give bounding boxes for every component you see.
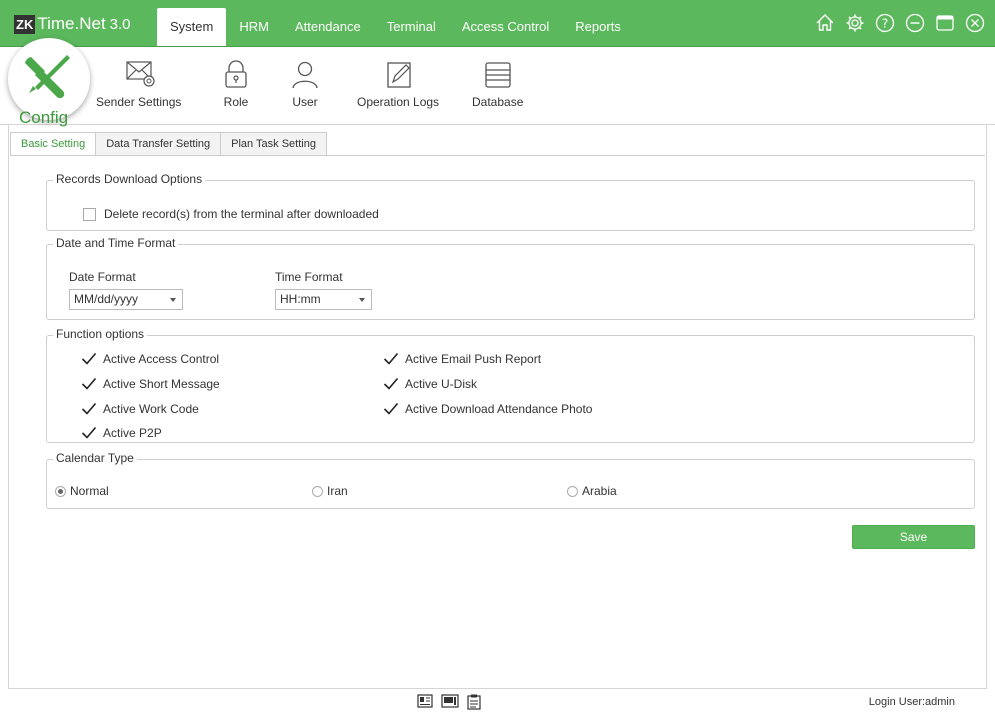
menu-reports[interactable]: Reports [562,8,634,47]
date-time-format-group: Date and Time Format Date Format MM/dd/y… [46,236,975,320]
delete-records-checkbox[interactable]: Delete record(s) from the terminal after… [83,207,379,221]
radio-unselected-icon [312,485,323,497]
status-bar: Login User:admin [8,688,987,713]
close-icon[interactable] [963,11,987,35]
date-format-select[interactable]: MM/dd/yyyy [69,289,183,310]
svg-text:?: ? [882,17,888,31]
login-user-status: Login User:admin [868,696,955,708]
active-short-message-label: Active Short Message [103,377,220,391]
time-format-select[interactable]: HH:mm [275,289,372,310]
settings-icon[interactable] [843,11,867,35]
active-access-control-checkbox[interactable]: Active Access Control [81,352,219,366]
menu-access-control[interactable]: Access Control [449,8,562,47]
menu-system[interactable]: System [157,8,227,47]
calendar-type-title: Calendar Type [53,451,137,465]
menu-terminal[interactable]: Terminal [374,8,449,47]
tab-plan-task-setting[interactable]: Plan Task Setting [220,132,327,156]
checkmark-icon [81,352,97,365]
lock-icon [225,60,247,88]
checkmark-icon [383,402,399,415]
calendar-normal-label: Normal [70,484,109,498]
chevron-down-icon [359,298,365,302]
logo-version: 3.0 [109,15,131,33]
active-p2p-label: Active P2P [103,426,162,440]
logo-name: Time.Net [37,14,106,33]
active-download-attendance-photo-label: Active Download Attendance Photo [405,402,593,416]
database-button[interactable]: Database [472,60,523,109]
active-work-code-label: Active Work Code [103,402,199,416]
tab-data-transfer-setting[interactable]: Data Transfer Setting [95,132,222,156]
settings-tabs: Basic Setting Data Transfer Setting Plan… [10,132,327,156]
calendar-iran-radio[interactable]: Iran [312,484,348,498]
config-label: Config [19,108,69,127]
checkmark-icon [81,377,97,390]
chevron-down-icon [170,298,176,302]
delete-records-label: Delete record(s) from the terminal after… [104,207,379,221]
calendar-type-group: Calendar Type Normal Iran Arabia [46,451,975,509]
checkmark-icon [383,377,399,390]
active-u-disk-label: Active U-Disk [405,377,478,391]
role-label: Role [223,95,249,109]
active-email-push-report-checkbox[interactable]: Active Email Push Report [383,352,541,366]
user-label: User [292,95,318,109]
database-icon [485,62,511,88]
radio-unselected-icon [567,485,578,497]
maximize-icon[interactable] [933,11,957,35]
active-download-attendance-photo-checkbox[interactable]: Active Download Attendance Photo [383,402,592,416]
function-options-title: Function options [53,327,148,341]
active-short-message-checkbox[interactable]: Active Short Message [81,377,220,391]
tab-basic-setting[interactable]: Basic Setting [10,132,97,156]
user-icon [292,61,318,89]
tab-divider [10,155,985,156]
user-button[interactable]: User [289,60,321,109]
menu-hrm[interactable]: HRM [226,8,282,47]
envelope-gear-icon [126,61,155,87]
edit-log-icon [387,62,411,88]
operation-logs-label: Operation Logs [357,95,440,109]
records-download-title: Records Download Options [53,172,206,186]
calendar-arabia-label: Arabia [582,484,617,498]
role-button[interactable]: Role [220,60,252,109]
title-bar: ZK Time.Net 3.0 System HRM Attendance Te… [0,0,995,47]
active-access-control-label: Active Access Control [103,352,220,366]
home-icon[interactable] [813,11,837,35]
function-options-group: Function options Active Access Control A… [46,327,975,443]
date-format-label: Date Format [69,270,136,284]
checkmark-icon [81,402,97,415]
window-controls: ? [813,11,987,35]
active-u-disk-checkbox[interactable]: Active U-Disk [383,377,477,391]
save-button[interactable]: Save [852,525,975,549]
help-icon[interactable]: ? [873,11,897,35]
calendar-arabia-radio[interactable]: Arabia [567,484,617,498]
main-menu: System HRM Attendance Terminal Access Co… [157,8,634,47]
sender-settings-label: Sender Settings [96,95,182,109]
operation-logs-button[interactable]: Operation Logs [357,60,439,109]
sender-settings-button[interactable]: Sender Settings [96,60,181,109]
radio-selected-icon [55,485,66,497]
minimize-icon[interactable] [903,11,927,35]
active-work-code-checkbox[interactable]: Active Work Code [81,402,199,416]
active-p2p-checkbox[interactable]: Active P2P [81,426,162,440]
active-email-push-report-label: Active Email Push Report [405,352,542,366]
database-label: Database [472,95,524,109]
logo-badge: ZK [14,14,36,34]
clipboard-icon[interactable] [467,694,481,710]
device-icon[interactable] [441,694,459,708]
status-icons [417,694,481,710]
app-logo: ZK Time.Net 3.0 [14,14,131,34]
records-download-group: Records Download Options Delete record(s… [46,172,975,231]
time-format-value: HH:mm [280,292,321,306]
menu-attendance[interactable]: Attendance [282,8,374,47]
calendar-normal-radio[interactable]: Normal [55,484,109,498]
checkmark-icon [81,426,97,439]
checkmark-icon [383,352,399,365]
date-time-format-title: Date and Time Format [53,236,179,250]
calendar-iran-label: Iran [327,484,348,498]
time-format-label: Time Format [275,270,343,284]
checkbox-box [83,207,96,221]
id-card-icon[interactable] [417,694,433,708]
content-border-right [986,125,987,688]
date-format-value: MM/dd/yyyy [74,292,139,306]
content-border-left [8,125,9,688]
